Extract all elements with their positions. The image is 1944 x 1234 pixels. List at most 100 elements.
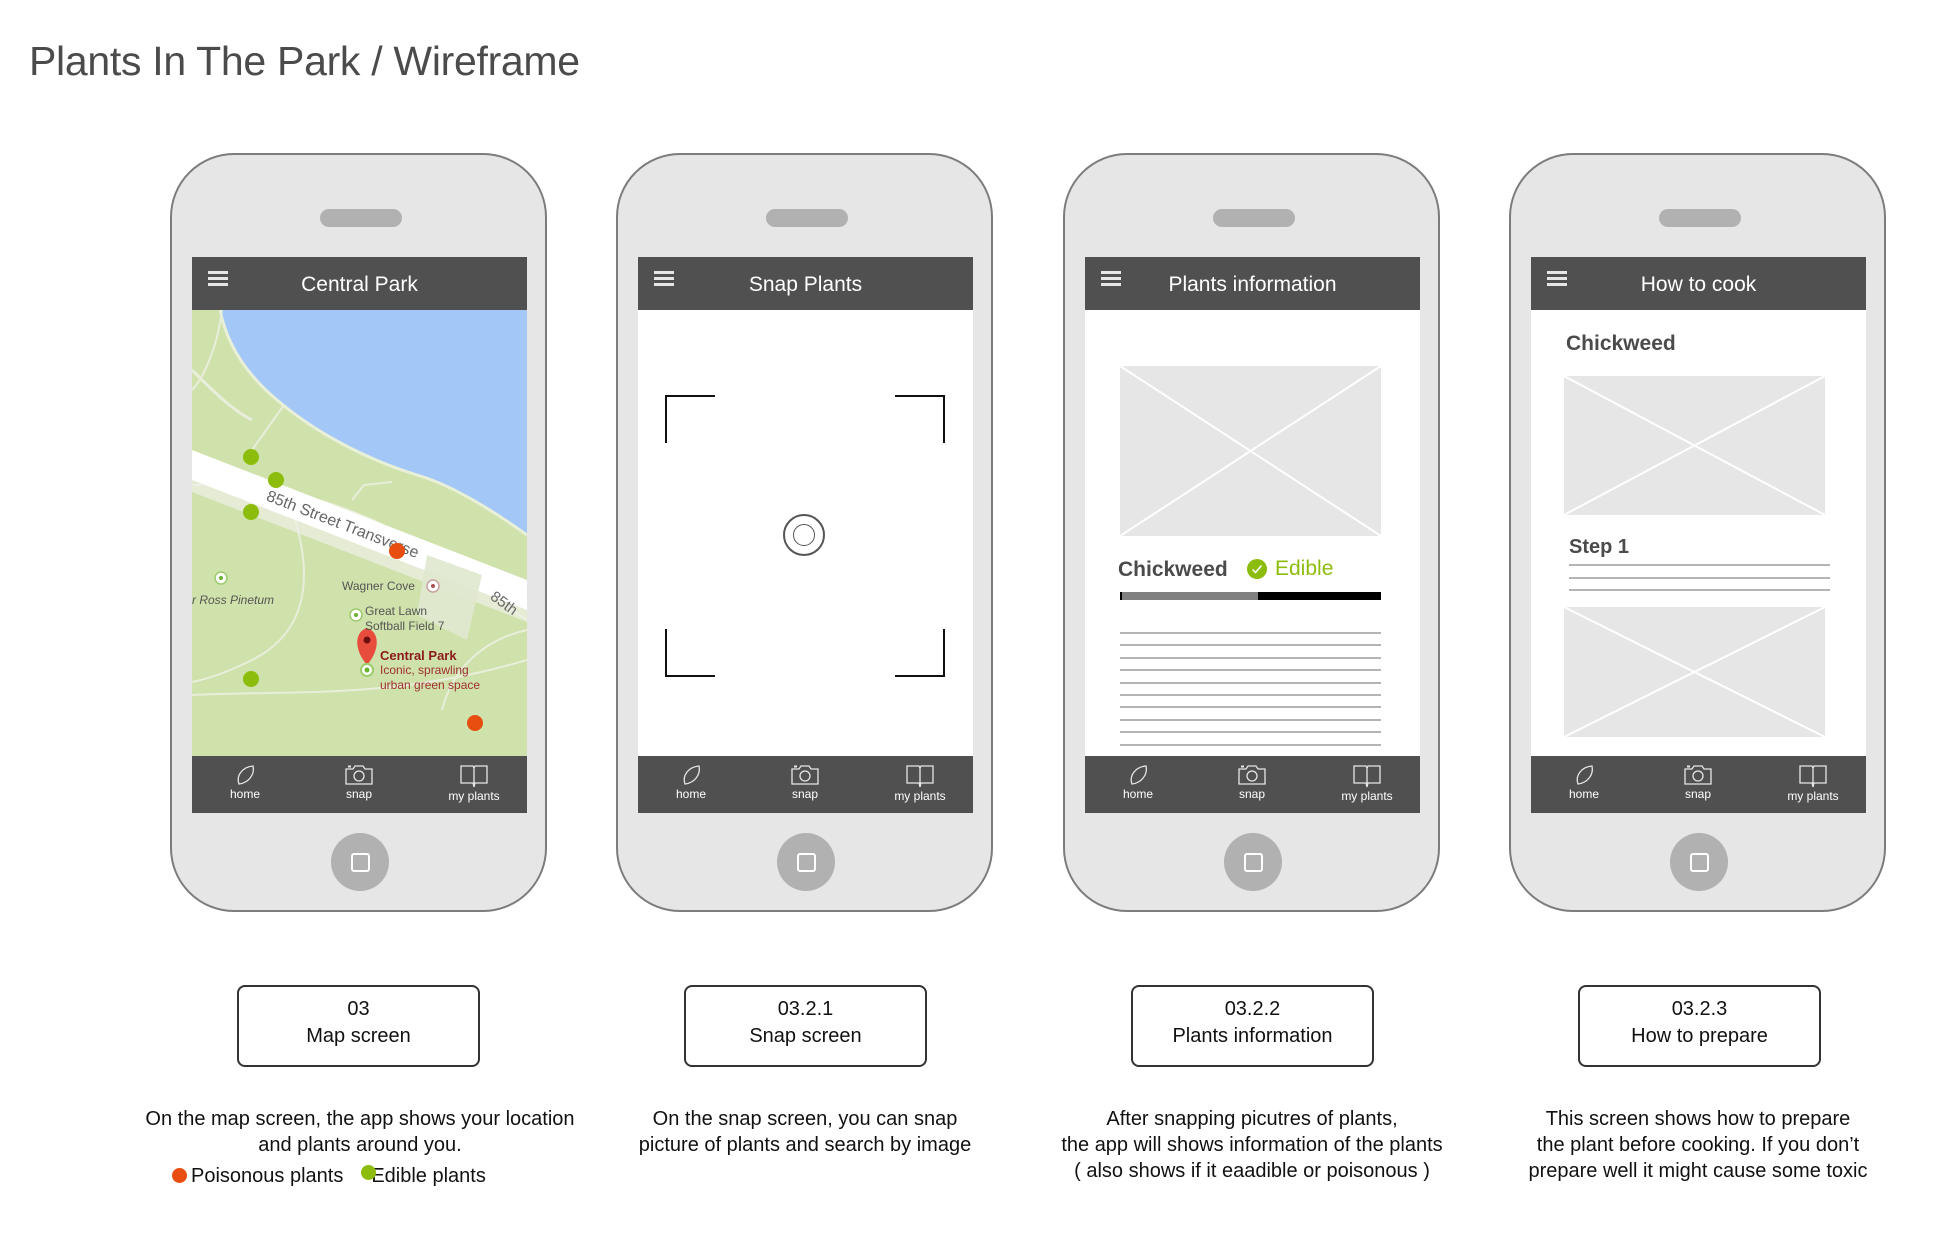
screen-number: 03.2.2 <box>1224 998 1281 1020</box>
viewfinder-corner <box>665 395 715 443</box>
pin-title: Central Park <box>380 648 457 663</box>
viewfinder-corner <box>895 395 945 443</box>
place-pinetum[interactable]: r Ross Pinetum <box>192 593 274 607</box>
speaker <box>766 209 848 227</box>
screen-label-box: 03.2.3 How to prepare <box>1578 985 1821 1067</box>
square-icon <box>351 853 370 872</box>
description-line: picture of plants and search by image <box>638 1134 972 1156</box>
screen-label-box: 03.2.1 Snap screen <box>684 985 927 1067</box>
header-title: Central Park <box>301 273 418 296</box>
tab-label: my plants <box>448 789 500 803</box>
text-line <box>1120 743 1381 746</box>
camera-icon <box>791 765 819 785</box>
home-button[interactable] <box>331 833 389 891</box>
home-button[interactable] <box>1224 833 1282 891</box>
text-line <box>1120 731 1381 734</box>
screen-name: How to prepare <box>1631 1025 1768 1047</box>
camera-viewfinder[interactable] <box>638 310 973 756</box>
camera-icon <box>345 765 373 785</box>
book-icon <box>1353 765 1381 788</box>
viewfinder-corner <box>895 629 945 677</box>
leaf-icon <box>237 765 254 785</box>
tab-my-plants[interactable]: my plants <box>1322 756 1412 813</box>
edibility-status: Edible <box>1275 557 1334 580</box>
screen-description: After snapping picutres of plants, the a… <box>992 1106 1512 1184</box>
title-separator: / <box>360 38 394 84</box>
description-line: prepare well it might cause some toxic <box>1528 1160 1868 1182</box>
tab-my-plants[interactable]: my plants <box>875 756 965 813</box>
description-line: the app will shows information of the pl… <box>1061 1134 1443 1156</box>
tab-snap[interactable]: snap <box>760 756 850 813</box>
edible-plant-marker[interactable] <box>243 449 259 465</box>
tab-home[interactable]: home <box>1093 756 1183 813</box>
text-line <box>1569 589 1830 591</box>
poisonous-plant-marker[interactable] <box>389 543 405 559</box>
description-line: ( also shows if it eaadible or poisonous… <box>1074 1160 1430 1182</box>
tab-my-plants[interactable]: my plants <box>429 756 519 813</box>
tab-home[interactable]: home <box>646 756 736 813</box>
app-header: Plants information <box>1085 257 1420 310</box>
screen-name: Snap screen <box>749 1025 862 1047</box>
camera-icon <box>1238 765 1266 785</box>
place-wagner-cove[interactable]: Wagner Cove <box>342 579 415 593</box>
book-icon <box>906 765 934 788</box>
image-placeholder <box>1564 607 1825 737</box>
place-softball-field[interactable]: Softball Field 7 <box>365 619 444 633</box>
tab-snap[interactable]: snap <box>314 756 404 813</box>
text-line <box>1120 644 1381 647</box>
step-title: Step 1 <box>1569 536 1630 558</box>
speaker <box>1659 209 1741 227</box>
text-line <box>1120 706 1381 709</box>
screen-label-box: 03.2.2 Plants information <box>1131 985 1374 1067</box>
tab-label: snap <box>791 787 819 801</box>
plant-name: Chickweed <box>1566 332 1676 355</box>
screen: Central Park 85th Street Transverse 85th… <box>192 257 527 813</box>
title-main: Plants In The Park <box>29 38 361 84</box>
place-great-lawn[interactable]: Great Lawn <box>365 604 427 618</box>
phone-map-screen: Central Park 85th Street Transverse 85th… <box>170 153 547 912</box>
map[interactable]: 85th Street Transverse 85th Wagner Cove … <box>192 310 527 756</box>
description-line: On the snap screen, you can snap <box>652 1108 958 1130</box>
tab-home[interactable]: home <box>200 756 290 813</box>
tab-bar: home snap my plants <box>638 756 973 813</box>
poisonous-plant-marker[interactable] <box>467 715 483 731</box>
home-button[interactable] <box>777 833 835 891</box>
square-icon <box>797 853 816 872</box>
title-sub: Wireframe <box>393 38 580 84</box>
edible-plant-marker[interactable] <box>243 504 259 520</box>
tab-home[interactable]: home <box>1539 756 1629 813</box>
header-title: Snap Plants <box>748 273 863 296</box>
focus-target-icon[interactable] <box>783 514 825 556</box>
tab-snap[interactable]: snap <box>1653 756 1743 813</box>
tab-label: my plants <box>1341 789 1393 803</box>
phone-plants-information: Plants information Chickweed Edible home <box>1063 153 1440 912</box>
screen-description: On the snap screen, you can snap picture… <box>545 1106 1065 1158</box>
tab-label: home <box>229 787 261 801</box>
recipe-content: Chickweed Step 1 <box>1531 310 1866 756</box>
edibility-bar <box>1120 592 1381 600</box>
tab-snap[interactable]: snap <box>1207 756 1297 813</box>
tab-label: home <box>1568 787 1600 801</box>
tab-label: snap <box>1238 787 1266 801</box>
screen-label-box: 03 Map screen <box>237 985 480 1067</box>
screen-number: 03 <box>347 998 370 1020</box>
phone-snap-screen: Snap Plants home snap my plants <box>616 153 993 912</box>
square-icon <box>1690 853 1709 872</box>
map-view[interactable]: 85th Street Transverse 85th Wagner Cove … <box>192 310 527 756</box>
app-header: Snap Plants <box>638 257 973 310</box>
screen-description: On the map screen, the app shows your lo… <box>100 1106 620 1158</box>
tab-my-plants[interactable]: my plants <box>1768 756 1858 813</box>
description-line: After snapping picutres of plants, <box>1106 1108 1398 1130</box>
home-button[interactable] <box>1670 833 1728 891</box>
text-line <box>1120 718 1381 721</box>
page-title: Plants In The Park / Wireframe <box>29 38 580 85</box>
screen-name: Map screen <box>306 1025 411 1047</box>
tab-label: my plants <box>894 789 946 803</box>
camera-icon <box>1684 765 1712 785</box>
edible-plant-marker[interactable] <box>243 671 259 687</box>
image-placeholder <box>1564 376 1825 515</box>
screen-number: 03.2.3 <box>1671 998 1728 1020</box>
edible-plant-marker[interactable] <box>268 472 284 488</box>
poisonous-dot-icon <box>172 1168 187 1183</box>
text-line <box>1120 632 1381 634</box>
